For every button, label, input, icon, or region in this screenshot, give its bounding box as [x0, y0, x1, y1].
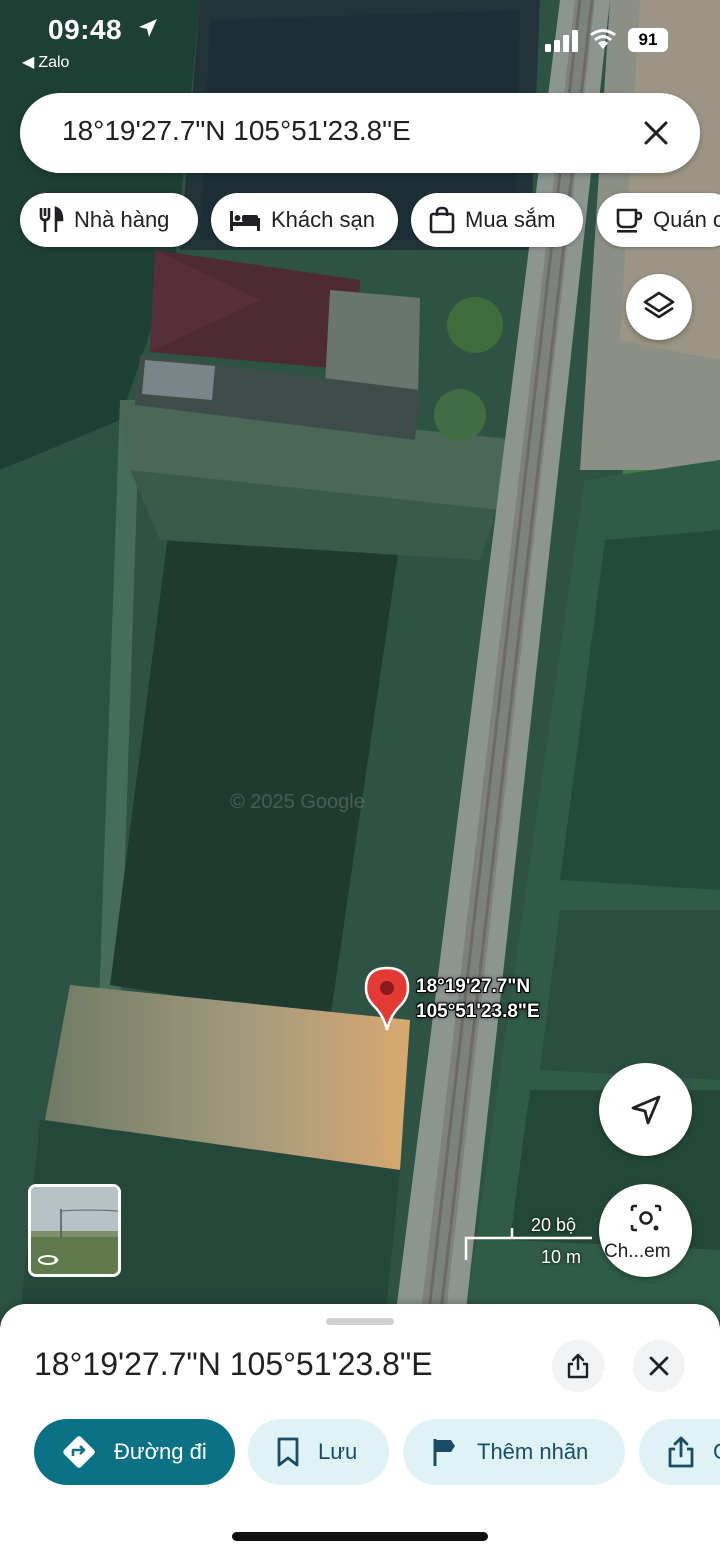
chip-restaurants[interactable]: Nhà hàng — [20, 193, 198, 247]
layers-icon — [643, 291, 675, 319]
cell-signal-icon — [545, 30, 578, 52]
pin-label-lng: 105°51'23.8"E — [416, 1001, 540, 1022]
status-time: 09:48 — [48, 14, 123, 45]
back-to-app-link[interactable]: ◀ Zalo — [22, 52, 69, 72]
lens-label: Ch...em — [604, 1241, 671, 1262]
chip-label: Mua sắm — [465, 207, 556, 232]
bookmark-icon — [277, 1437, 299, 1467]
chip-label: Khách sạn — [271, 207, 375, 232]
chip-shopping[interactable]: Mua sắm — [411, 193, 583, 247]
street-view-image — [31, 1187, 118, 1274]
pin-label-lat: 18°19'27.7"N — [416, 976, 531, 997]
map-pin-icon[interactable] — [364, 966, 410, 1032]
chip-cafes[interactable]: Quán c — [597, 193, 720, 247]
share-label: C — [713, 1439, 720, 1465]
chip-label: Quán c — [653, 207, 720, 232]
chip-label: Nhà hàng — [74, 207, 170, 232]
status-bar: 09:48 ◀ Zalo 91 — [0, 0, 720, 80]
scale-feet-label: 20 bộ — [531, 1215, 577, 1235]
street-view-thumbnail[interactable] — [28, 1184, 121, 1277]
directions-button[interactable]: Đường đi — [34, 1419, 235, 1485]
shopping-bag-icon — [429, 206, 455, 234]
back-app-label: Zalo — [38, 54, 70, 71]
drag-handle[interactable] — [326, 1318, 394, 1325]
share-icon — [668, 1436, 694, 1468]
fork-knife-icon — [39, 206, 64, 232]
share-button[interactable]: C — [639, 1419, 720, 1485]
chip-hotels[interactable]: Khách sạn — [211, 193, 398, 247]
place-bottom-sheet[interactable]: 18°19'27.7"N 105°51'23.8"E Đường đi Lưu … — [0, 1304, 720, 1557]
save-label: Lưu — [318, 1439, 358, 1464]
my-location-button[interactable] — [599, 1063, 692, 1156]
add-label-text: Thêm nhãn — [477, 1439, 589, 1464]
flag-icon — [433, 1439, 455, 1466]
home-indicator[interactable] — [232, 1532, 488, 1541]
search-bar[interactable]: 18°19'27.7"N 105°51'23.8"E — [20, 93, 700, 173]
navigation-arrow-icon — [631, 1095, 660, 1124]
lens-camera-button[interactable] — [599, 1184, 692, 1277]
battery-indicator: 91 — [628, 28, 668, 52]
layers-button[interactable] — [626, 274, 692, 340]
camera-search-icon — [630, 1204, 661, 1231]
bed-icon — [230, 211, 260, 231]
directions-label: Đường đi — [114, 1439, 207, 1464]
clear-search-icon[interactable] — [642, 119, 670, 147]
directions-icon — [63, 1436, 95, 1468]
share-icon — [567, 1353, 589, 1379]
pin-coordinates-label: 18°19'27.7"N 105°51'23.8"E — [416, 974, 540, 1024]
coffee-cup-icon — [616, 208, 643, 233]
close-icon — [649, 1356, 669, 1376]
close-sheet-button[interactable] — [633, 1340, 685, 1392]
map-watermark: © 2025 Google — [230, 791, 365, 813]
scale-meter-label: 10 m — [541, 1247, 582, 1267]
search-input[interactable]: 18°19'27.7"N 105°51'23.8"E — [62, 115, 411, 147]
save-button[interactable]: Lưu — [248, 1419, 389, 1485]
location-arrow-icon — [139, 19, 157, 37]
add-label-button[interactable]: Thêm nhãn — [403, 1419, 625, 1485]
share-small-button[interactable] — [552, 1340, 604, 1392]
place-title: 18°19'27.7"N 105°51'23.8"E — [34, 1346, 433, 1382]
wifi-icon — [590, 29, 616, 49]
